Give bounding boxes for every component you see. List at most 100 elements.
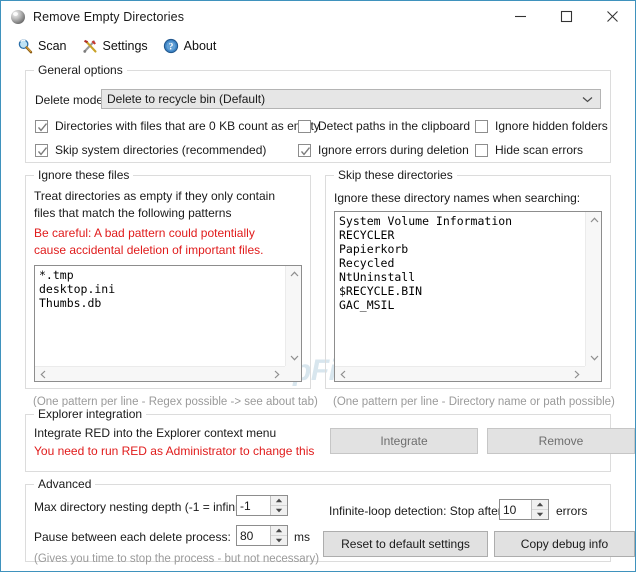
explorer-integration-description: Integrate RED into the Explorer context …: [34, 426, 277, 440]
skip-directories-description: Ignore these directory names when search…: [334, 191, 581, 205]
remove-button[interactable]: Remove: [487, 428, 635, 454]
maximize-button[interactable]: [543, 1, 589, 32]
checkbox-skip-system-dirs-label: Skip system directories (recommended): [55, 143, 267, 157]
tools-icon: [82, 39, 97, 53]
scroll-down-icon[interactable]: [286, 350, 301, 366]
application-window: Remove Empty Directories Scan Settings ?…: [0, 0, 636, 572]
group-ignore-files-legend: Ignore these files: [34, 168, 134, 182]
integrate-button[interactable]: Integrate: [330, 428, 478, 454]
pause-unit-label: ms: [294, 530, 310, 544]
spin-down-icon[interactable]: [271, 535, 287, 545]
magnifier-icon: [18, 38, 33, 53]
spin-down-icon[interactable]: [532, 509, 548, 519]
scroll-up-icon[interactable]: [286, 266, 301, 282]
checkbox-ignore-hidden-folders[interactable]: Ignore hidden folders: [475, 119, 608, 133]
checkbox-ignore-delete-errors[interactable]: Ignore errors during deletion: [298, 143, 469, 157]
checkbox-box: [35, 119, 48, 133]
group-skip-directories-legend: Skip these directories: [334, 168, 457, 182]
group-advanced-legend: Advanced: [34, 477, 96, 491]
checkbox-detect-clipboard-paths[interactable]: Detect paths in the clipboard: [298, 119, 470, 133]
reset-defaults-button[interactable]: Reset to default settings: [323, 531, 488, 557]
tab-strip: Scan Settings ? About: [1, 32, 635, 57]
settings-panel: SSnapFiles General options Delete mode: …: [1, 57, 635, 571]
ignore-files-vertical-scrollbar[interactable]: [285, 266, 301, 366]
app-ball-icon: [10, 9, 26, 25]
svg-text:?: ?: [168, 42, 173, 52]
scroll-left-icon[interactable]: [335, 367, 351, 381]
scroll-corner: [285, 366, 301, 381]
checkbox-zero-kb-empty-label: Directories with files that are 0 KB cou…: [55, 119, 320, 133]
pause-stepper[interactable]: 80: [236, 525, 288, 546]
question-circle-icon: ?: [163, 38, 178, 53]
spin-up-icon[interactable]: [271, 526, 287, 536]
checkbox-box: [298, 143, 311, 157]
group-general-options: General options Delete mode: Delete to r…: [25, 63, 611, 163]
checkbox-hide-scan-errors[interactable]: Hide scan errors: [475, 143, 583, 157]
checkbox-detect-clipboard-paths-label: Detect paths in the clipboard: [318, 119, 471, 133]
spin-down-icon[interactable]: [271, 505, 287, 515]
checkbox-ignore-hidden-folders-label: Ignore hidden folders: [495, 119, 608, 133]
group-explorer-integration: Explorer integration Integrate RED into …: [25, 407, 635, 472]
scroll-left-icon[interactable]: [35, 367, 51, 381]
copy-debug-info-button-label: Copy debug info: [520, 537, 609, 551]
scroll-corner: [585, 366, 601, 381]
delete-mode-select[interactable]: Delete to recycle bin (Default): [101, 89, 601, 109]
integrate-button-label: Integrate: [380, 434, 428, 448]
remove-button-label: Remove: [538, 434, 584, 448]
loop-detection-label: Infinite-loop detection: Stop after: [329, 504, 502, 518]
group-advanced: Advanced Max directory nesting depth (-1…: [25, 477, 635, 565]
tab-about[interactable]: ? About: [156, 34, 226, 57]
checkbox-box: [475, 119, 488, 133]
ignore-files-warning-line1: Be careful: A bad pattern could potentia…: [34, 226, 255, 240]
loop-spin-buttons[interactable]: [531, 500, 548, 519]
max-depth-stepper[interactable]: -1: [236, 495, 288, 516]
close-button[interactable]: [589, 1, 635, 32]
skip-directories-horizontal-scrollbar[interactable]: [335, 366, 601, 381]
explorer-integration-warning: You need to run RED as Administrator to …: [34, 444, 315, 458]
skip-directories-textarea[interactable]: System Volume Information RECYCLER Papie…: [334, 211, 602, 382]
checkbox-box: [475, 143, 488, 157]
copy-debug-info-button[interactable]: Copy debug info: [494, 531, 635, 557]
group-explorer-integration-legend: Explorer integration: [34, 407, 147, 421]
ignore-files-description-line2: files that match the following patterns: [34, 206, 232, 220]
loop-detection-stepper[interactable]: 10: [499, 499, 549, 520]
checkbox-ignore-delete-errors-label: Ignore errors during deletion: [318, 143, 469, 157]
pause-spin-buttons[interactable]: [270, 526, 287, 545]
scroll-up-icon[interactable]: [586, 212, 601, 228]
checkbox-skip-system-dirs[interactable]: Skip system directories (recommended): [35, 143, 266, 157]
title-bar: Remove Empty Directories: [1, 1, 635, 32]
scroll-down-icon[interactable]: [586, 350, 601, 366]
tab-settings[interactable]: Settings: [75, 34, 157, 57]
ignore-files-warning-line2: cause accidental deletion of important f…: [34, 243, 264, 257]
spin-up-icon[interactable]: [271, 496, 287, 506]
group-skip-directories: Skip these directories Ignore these dire…: [325, 168, 611, 389]
reset-defaults-button-label: Reset to default settings: [341, 537, 470, 551]
loop-detection-value: 10: [503, 502, 517, 517]
checkbox-box: [298, 119, 311, 133]
scroll-right-icon[interactable]: [569, 367, 585, 381]
group-ignore-files: Ignore these files Treat directories as …: [25, 168, 311, 389]
scroll-right-icon[interactable]: [269, 367, 285, 381]
max-depth-label: Max directory nesting depth (-1 = infini…: [34, 500, 256, 514]
tab-about-label: About: [183, 38, 217, 53]
ignore-files-horizontal-scrollbar[interactable]: [35, 366, 301, 381]
chevron-down-icon: [582, 90, 593, 108]
group-general-options-legend: General options: [34, 63, 127, 77]
tab-settings-label: Settings: [102, 38, 148, 53]
minimize-button[interactable]: [497, 1, 543, 32]
skip-directories-vertical-scrollbar[interactable]: [585, 212, 601, 366]
pause-hint: (Gives you time to stop the process - bu…: [34, 553, 320, 565]
skip-directories-hint: (One pattern per line - Directory name o…: [333, 396, 615, 408]
ignore-files-description-line1: Treat directories as empty if they only …: [34, 189, 275, 203]
max-depth-value: -1: [240, 498, 251, 513]
spin-up-icon[interactable]: [532, 500, 548, 510]
checkbox-zero-kb-empty[interactable]: Directories with files that are 0 KB cou…: [35, 119, 320, 133]
tab-scan[interactable]: Scan: [11, 34, 76, 57]
checkbox-box: [35, 143, 48, 157]
ignore-files-textarea[interactable]: *.tmp desktop.ini Thumbs.db: [34, 265, 302, 382]
window-controls: [497, 1, 635, 32]
tab-scan-label: Scan: [38, 38, 67, 53]
max-depth-spin-buttons[interactable]: [270, 496, 287, 515]
window-title: Remove Empty Directories: [33, 9, 185, 24]
loop-detection-unit-label: errors: [556, 504, 588, 518]
